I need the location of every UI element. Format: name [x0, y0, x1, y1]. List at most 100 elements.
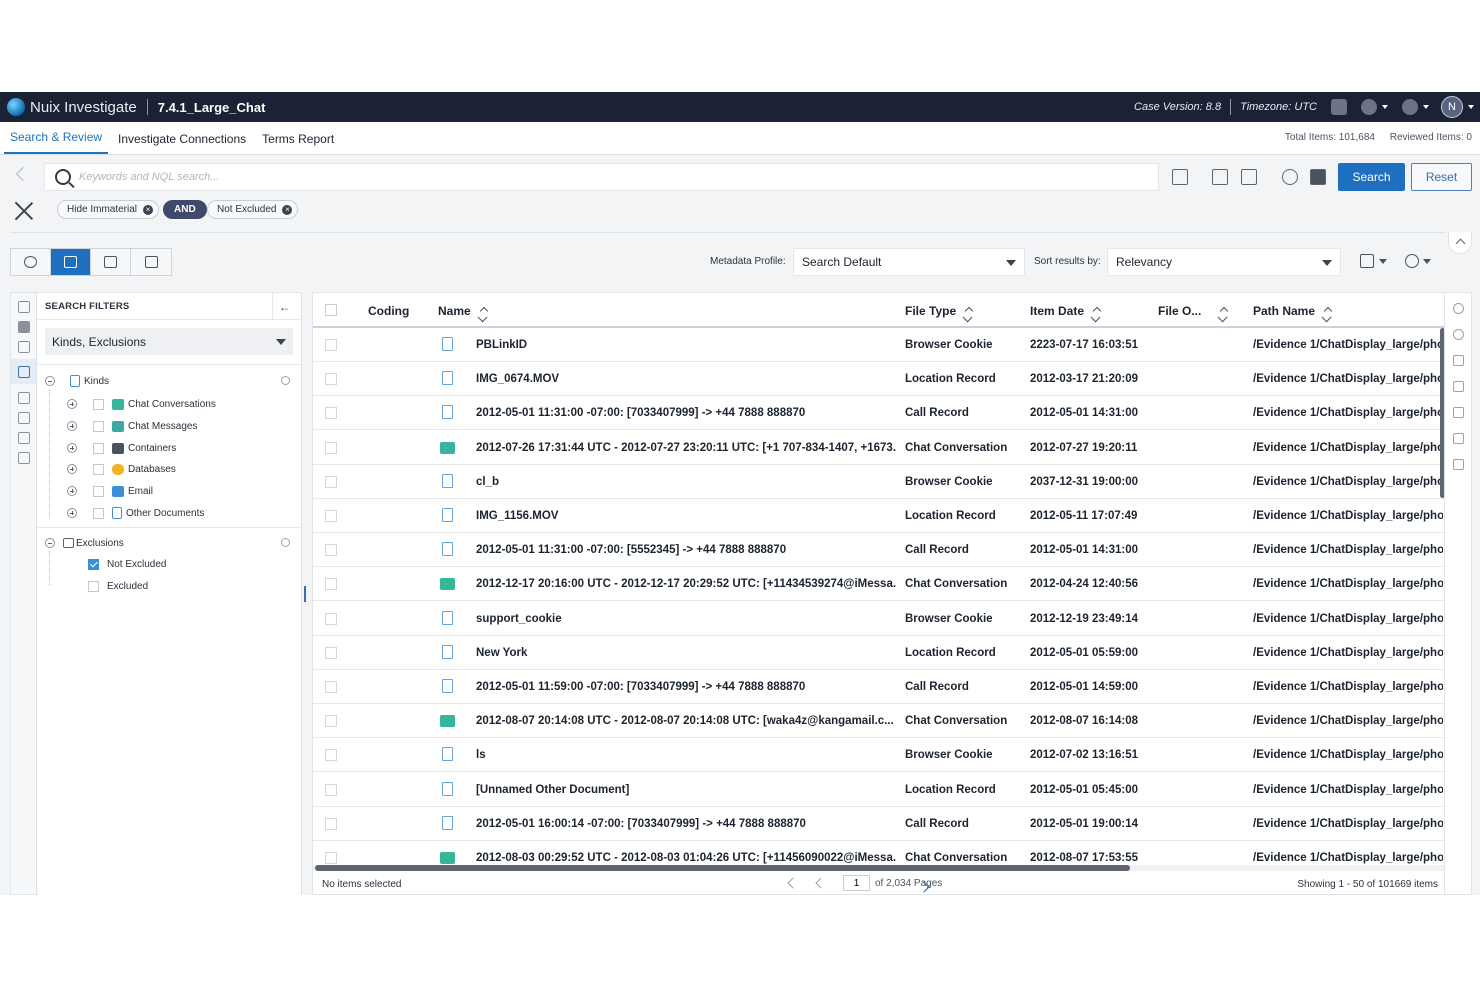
tree-icon[interactable]: [17, 341, 30, 353]
row-checkbox[interactable]: [325, 510, 337, 522]
user-avatar[interactable]: N: [1441, 96, 1463, 118]
table-row[interactable]: 2012-05-01 11:31:00 -07:00: [7033407999]…: [313, 396, 1444, 431]
back-chevron-icon[interactable]: [15, 166, 31, 182]
row-checkbox[interactable]: [325, 441, 337, 454]
search-button[interactable]: Search: [1338, 163, 1405, 191]
first-page-icon[interactable]: [787, 877, 799, 889]
table-row[interactable]: 2012-08-07 20:14:08 UTC - 2012-08-07 20:…: [313, 704, 1444, 739]
kinds-node[interactable]: Kinds: [45, 373, 109, 389]
clear-filters-close-icon[interactable]: [14, 201, 34, 221]
kind-item-databases[interactable]: Databases: [67, 461, 176, 477]
kind-checkbox[interactable]: [93, 507, 104, 519]
select-all-checkbox[interactable]: [325, 304, 337, 316]
table-row[interactable]: cl_b Browser Cookie 2037-12-31 19:00:00/Ev…: [313, 464, 1444, 499]
review-view-button[interactable]: [91, 249, 131, 275]
sort-select[interactable]: Relevancy: [1107, 248, 1341, 276]
dashboard-view-button[interactable]: [11, 249, 51, 275]
kind-checkbox[interactable]: [93, 398, 104, 410]
previous-page-icon[interactable]: [815, 877, 827, 889]
tab-investigate-connections[interactable]: Investigate Connections: [112, 121, 252, 154]
remove-chip-icon[interactable]: ×: [143, 204, 154, 215]
table-row[interactable]: New York Location Record 2012-05-01 05:59:…: [313, 635, 1444, 670]
table-row[interactable]: PBLinkID Browser Cookie 2223-07-17 16:03:5…: [313, 328, 1444, 362]
shield-icon[interactable]: [1452, 381, 1464, 392]
expand-plus-icon[interactable]: [67, 421, 77, 431]
chip-not-excluded[interactable]: Not Excluded ×: [207, 200, 299, 219]
sort-icon[interactable]: [1220, 306, 1229, 316]
tags-icon[interactable]: [17, 412, 30, 424]
save-icon[interactable]: [17, 321, 30, 333]
kind-checkbox[interactable]: [93, 442, 104, 454]
panel-splitter[interactable]: [302, 292, 312, 895]
column-header-name[interactable]: Name: [438, 304, 488, 318]
tab-search-review[interactable]: Search & Review: [4, 121, 109, 154]
collapse-left-arrow-icon[interactable]: ←: [279, 300, 291, 314]
calendar-icon[interactable]: [1212, 169, 1228, 185]
kind-checkbox[interactable]: [93, 420, 104, 432]
expand-plus-icon[interactable]: [67, 464, 77, 474]
help-icon[interactable]: [1402, 99, 1418, 115]
exclusion-item-not-excluded[interactable]: Not Excluded: [88, 556, 166, 572]
collapse-minus-icon[interactable]: [45, 376, 55, 386]
row-checkbox[interactable]: [325, 544, 337, 557]
expand-plus-icon[interactable]: [67, 443, 77, 453]
eye-icon[interactable]: [1452, 303, 1464, 314]
kind-item-chat-conversations[interactable]: Chat Conversations: [67, 396, 216, 412]
column-header-item-date[interactable]: Item Date: [1030, 304, 1102, 318]
row-checkbox[interactable]: [325, 749, 337, 762]
kind-item-email[interactable]: Email: [67, 483, 153, 499]
table-row[interactable]: 2012-07-26 17:31:44 UTC - 2012-07-27 23:…: [313, 430, 1444, 465]
row-checkbox[interactable]: [325, 407, 337, 420]
row-checkbox[interactable]: [325, 783, 337, 796]
focus-select-icon[interactable]: [1241, 169, 1257, 185]
view-eye-icon[interactable]: [1282, 169, 1298, 185]
date-range-icon[interactable]: [1172, 169, 1188, 185]
documents-icon[interactable]: [17, 452, 30, 464]
kind-item-chat-messages[interactable]: Chat Messages: [67, 418, 197, 434]
collapse-minus-icon[interactable]: [45, 538, 55, 548]
export-report-icon[interactable]: [1360, 254, 1374, 268]
table-row[interactable]: 2012-12-17 20:16:00 UTC - 2012-12-17 20:…: [313, 567, 1444, 602]
row-checkbox[interactable]: [325, 715, 337, 728]
user-caret-icon[interactable]: [1468, 105, 1474, 109]
kind-item-containers[interactable]: Containers: [67, 440, 176, 456]
exclusion-item-excluded[interactable]: Excluded: [88, 578, 148, 594]
chip-hide-immaterial[interactable]: Hide Immaterial ×: [57, 200, 160, 219]
expand-plus-icon[interactable]: [67, 486, 77, 496]
tag-icon[interactable]: [1452, 355, 1464, 366]
document-icon[interactable]: [17, 432, 30, 444]
expand-plus-icon[interactable]: [67, 399, 77, 409]
row-checkbox[interactable]: [325, 681, 337, 693]
row-checkbox[interactable]: [325, 852, 337, 864]
folder-icon[interactable]: [1452, 459, 1464, 470]
exclusions-search-icon[interactable]: [281, 538, 290, 547]
table-row[interactable]: IMG_0674.MOV Location Record 2012-03-17 21…: [313, 362, 1444, 397]
table-row[interactable]: 2012-05-01 11:31:00 -07:00: [5552345] ->…: [313, 533, 1444, 568]
copy-icon[interactable]: [1452, 433, 1464, 444]
case-icon[interactable]: [1331, 99, 1347, 115]
sort-icon[interactable]: [479, 306, 488, 316]
remove-chip-icon[interactable]: ×: [282, 204, 293, 215]
layers-icon[interactable]: [17, 392, 30, 404]
table-row[interactable]: ls Browser Cookie 2012-07-02 13:16:51/Evid…: [313, 738, 1444, 773]
tab-terms-report[interactable]: Terms Report: [256, 121, 340, 154]
column-settings-gear-icon[interactable]: [1405, 254, 1419, 268]
row-checkbox[interactable]: [325, 578, 337, 591]
row-checkbox[interactable]: [325, 475, 337, 488]
grid-view-button[interactable]: [131, 249, 171, 275]
comment-icon[interactable]: [1452, 407, 1464, 418]
sort-icon[interactable]: [1323, 306, 1333, 316]
row-checkbox[interactable]: [325, 612, 337, 625]
collapse-chevron-up-icon[interactable]: [1448, 232, 1472, 254]
table-row[interactable]: 2012-05-01 16:00:14 -07:00: [7033407999]…: [313, 806, 1444, 841]
sort-icon[interactable]: [964, 306, 974, 316]
filters-rail-item[interactable]: [11, 359, 36, 384]
expand-plus-icon[interactable]: [67, 508, 77, 518]
kinds-search-icon[interactable]: [281, 376, 290, 385]
kind-checkbox[interactable]: [93, 485, 104, 497]
sort-icon[interactable]: [1092, 306, 1102, 316]
column-settings-caret-icon[interactable]: [1423, 259, 1431, 264]
column-header-file-type[interactable]: File Type: [905, 304, 974, 318]
export-caret-icon[interactable]: [1379, 259, 1387, 264]
kind-item-other-documents[interactable]: Other Documents: [67, 505, 204, 521]
